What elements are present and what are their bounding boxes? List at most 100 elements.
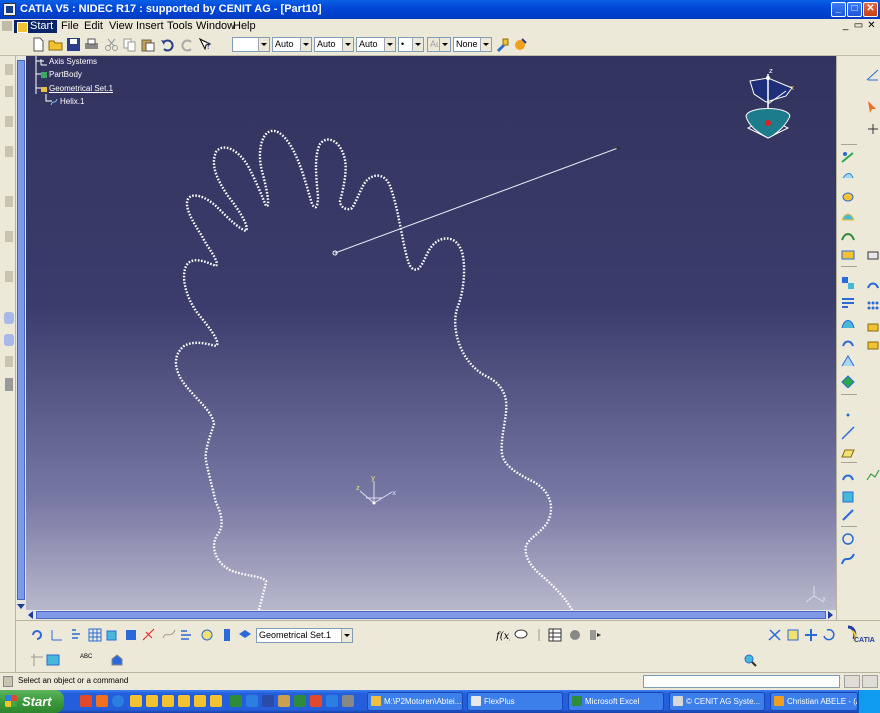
- fly-mode-icon[interactable]: [768, 628, 782, 642]
- horizontal-scrollbar[interactable]: [26, 610, 836, 620]
- menu-help[interactable]: Help: [233, 20, 256, 33]
- extrapolate-icon[interactable]: [841, 354, 855, 368]
- current-geometrical-set-combo[interactable]: Geometrical Set.1: [256, 628, 353, 643]
- copy-icon[interactable]: [122, 37, 137, 52]
- quicklaunch-icon[interactable]: [146, 695, 158, 707]
- quicklaunch-icon[interactable]: [310, 695, 322, 707]
- translate-icon[interactable]: [841, 336, 855, 350]
- pan-icon[interactable]: [804, 628, 818, 642]
- maximize-button[interactable]: □: [847, 2, 862, 17]
- doc-restore-button[interactable]: ▭: [853, 20, 864, 32]
- left-dock-item[interactable]: [5, 378, 13, 391]
- view-mode-icon[interactable]: [743, 653, 757, 667]
- menu-tools[interactable]: Tools: [167, 20, 193, 33]
- menu-start[interactable]: Start: [14, 20, 58, 33]
- line-icon[interactable]: [841, 426, 855, 440]
- left-dock-item[interactable]: [5, 271, 13, 282]
- taskbar-item-cenit[interactable]: © CENIT AG Syste...: [669, 692, 765, 711]
- multi-view-icon[interactable]: [124, 628, 138, 642]
- painter-icon[interactable]: [495, 37, 510, 52]
- update-icon[interactable]: [30, 628, 44, 642]
- tree-node-axis-systems[interactable]: Axis Systems: [40, 57, 97, 66]
- status-button[interactable]: [862, 675, 878, 688]
- layer-combo[interactable]: None: [453, 37, 492, 52]
- color-combo[interactable]: [232, 37, 270, 52]
- menu-insert[interactable]: Insert: [136, 20, 164, 33]
- fillet-icon[interactable]: [841, 316, 855, 330]
- linetype-combo[interactable]: Auto: [314, 37, 354, 52]
- circle-icon[interactable]: [841, 532, 855, 546]
- quicklaunch-icon[interactable]: [130, 695, 142, 707]
- comment-icon[interactable]: [514, 628, 528, 642]
- cut-icon[interactable]: [104, 37, 119, 52]
- join-icon[interactable]: [841, 276, 855, 290]
- start-button[interactable]: Start: [0, 690, 64, 713]
- quicklaunch-icon[interactable]: [96, 695, 108, 707]
- help-whats-this-icon[interactable]: ?: [198, 37, 213, 52]
- quicklaunch-icon[interactable]: [246, 695, 258, 707]
- point-tool-icon[interactable]: [841, 408, 855, 422]
- catia-app-icon[interactable]: [3, 3, 16, 16]
- reflect-line-icon[interactable]: [841, 508, 855, 522]
- vertical-scrollbar[interactable]: [16, 56, 26, 610]
- scroll-right-arrow-icon[interactable]: [826, 611, 834, 619]
- doc-close-button[interactable]: ✕: [866, 20, 877, 32]
- doc-minimize-button[interactable]: _: [840, 20, 851, 32]
- formula-icon[interactable]: f(x): [495, 628, 513, 642]
- new-file-icon[interactable]: [31, 37, 46, 52]
- sweep-icon[interactable]: [866, 248, 880, 262]
- minimize-button[interactable]: _: [831, 2, 846, 17]
- hide-show-icon[interactable]: [180, 628, 194, 642]
- paste-icon[interactable]: [140, 37, 155, 52]
- split-icon[interactable]: [841, 296, 855, 310]
- graph-icon[interactable]: [866, 468, 880, 482]
- rule-icon[interactable]: [532, 628, 546, 642]
- normal-view-icon[interactable]: [106, 628, 120, 642]
- 3d-viewport[interactable]: y x z z x x Axis Systems PartBody Geomet…: [26, 56, 836, 610]
- open-folder-icon[interactable]: [48, 37, 63, 52]
- left-dock-item[interactable]: [5, 356, 13, 367]
- quicklaunch-icon[interactable]: [162, 695, 174, 707]
- extrude-surface-icon[interactable]: [841, 170, 855, 184]
- parameter-icon[interactable]: [588, 628, 602, 642]
- sphere-icon[interactable]: [841, 210, 855, 224]
- left-dock-item[interactable]: [5, 86, 13, 97]
- menu-file[interactable]: File: [61, 20, 79, 33]
- revolve-icon[interactable]: [841, 190, 855, 204]
- geometry-tree-icon[interactable]: [30, 653, 44, 667]
- quicklaunch-icon[interactable]: [294, 695, 306, 707]
- properties-icon[interactable]: [513, 37, 528, 52]
- left-dock-button[interactable]: [4, 312, 14, 324]
- quicklaunch-icon[interactable]: [230, 695, 242, 707]
- close-surface-icon[interactable]: [866, 338, 880, 352]
- left-dock-item[interactable]: [5, 146, 13, 157]
- point-symbol-combo[interactable]: •: [398, 37, 424, 52]
- tree-expand-icon[interactable]: [70, 628, 84, 642]
- offset-icon[interactable]: [841, 230, 855, 244]
- point-icon[interactable]: [841, 150, 855, 164]
- tree-node-geometrical-set[interactable]: Geometrical Set.1: [40, 84, 113, 93]
- quicklaunch-icon[interactable]: [326, 695, 338, 707]
- left-dock-item[interactable]: [5, 231, 13, 242]
- abc-text-icon[interactable]: ABC: [80, 654, 92, 660]
- quicklaunch-icon[interactable]: [262, 695, 274, 707]
- left-dock-item[interactable]: [5, 116, 13, 127]
- projection-icon[interactable]: [841, 470, 855, 484]
- quicklaunch-icon[interactable]: [178, 695, 190, 707]
- tree-node-helix[interactable]: Helix.1: [50, 97, 84, 106]
- taskbar-item-outlook[interactable]: Christian ABELE - (A...: [770, 692, 858, 711]
- quicklaunch-icon[interactable]: [112, 695, 124, 707]
- sheet-icon[interactable]: [46, 653, 60, 667]
- knowledge-icon[interactable]: [162, 628, 176, 642]
- check-icon[interactable]: [568, 628, 582, 642]
- grid-icon[interactable]: [88, 628, 102, 642]
- intersection-icon[interactable]: [841, 374, 855, 389]
- select-arrow-icon[interactable]: [866, 100, 880, 114]
- tree-node-partbody[interactable]: PartBody: [40, 70, 82, 79]
- quicklaunch-icon[interactable]: [194, 695, 206, 707]
- transparency-combo[interactable]: Auto: [272, 37, 312, 52]
- quicklaunch-icon[interactable]: [80, 695, 92, 707]
- status-toggle-icon[interactable]: [3, 676, 13, 687]
- left-dock-item[interactable]: [5, 196, 13, 207]
- print-icon[interactable]: [84, 37, 99, 52]
